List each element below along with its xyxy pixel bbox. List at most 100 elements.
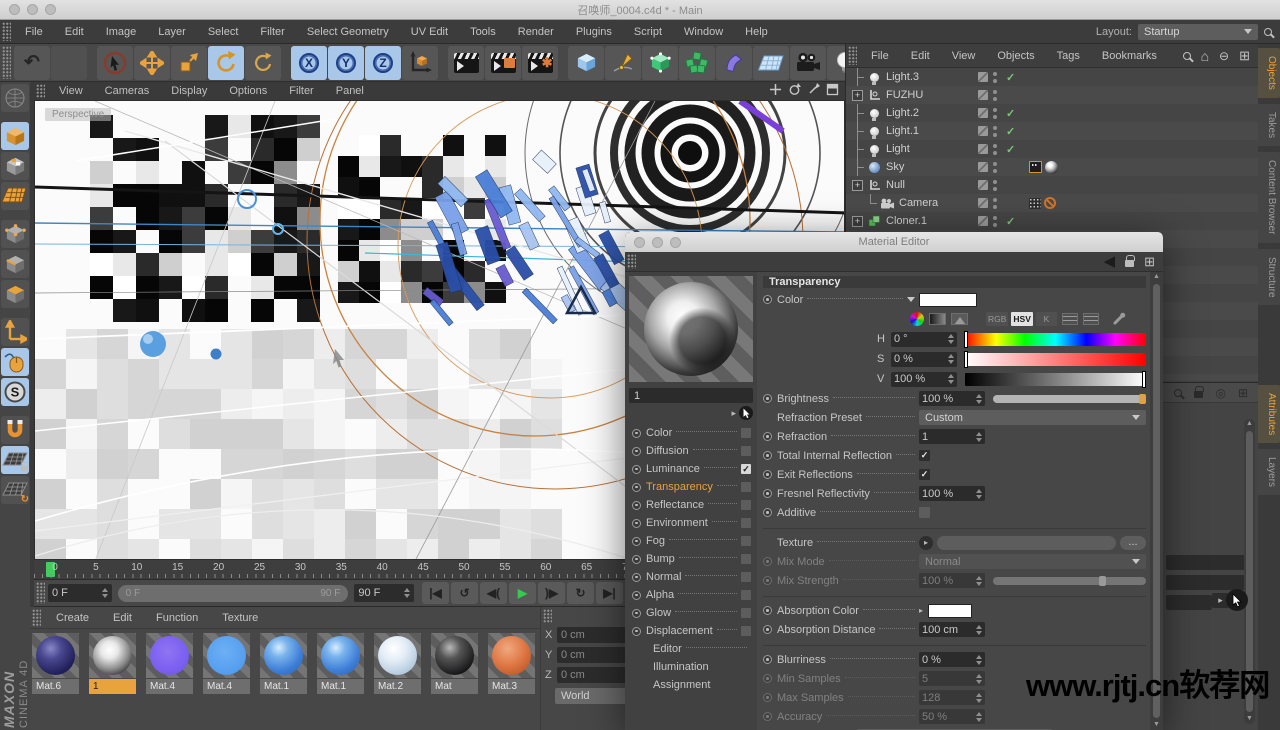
menu-item-texture[interactable]: Texture (210, 612, 270, 624)
channel-assignment[interactable]: Assignment (632, 676, 751, 694)
undo-button[interactable]: ↶ (14, 46, 50, 80)
channel-bump[interactable]: Bump (632, 550, 751, 568)
visibility-dots[interactable] (993, 126, 997, 137)
color-mixer-icon[interactable] (1083, 313, 1099, 325)
menubar-grip[interactable] (2, 22, 11, 41)
menu-item-cameras[interactable]: Cameras (94, 85, 161, 97)
visibility-dots[interactable] (993, 144, 997, 155)
browse-button[interactable]: ... (1120, 536, 1146, 550)
object-manager-grip[interactable] (848, 46, 857, 65)
animation-dot[interactable] (763, 451, 772, 460)
visibility-dots[interactable] (993, 90, 997, 101)
animation-dot[interactable] (763, 655, 772, 664)
expand-arrow-button[interactable]: ▸ (919, 536, 933, 550)
property-row-accuracy[interactable]: Accuracy50 % (763, 707, 1146, 726)
layer-swatch[interactable] (978, 126, 988, 136)
material-thumbnail[interactable]: Mat.4 (146, 633, 193, 694)
property-row-absorption-distance[interactable]: Absorption Distance100 cm (763, 620, 1146, 639)
animation-dot[interactable] (763, 693, 772, 702)
enabled-check-icon[interactable]: ✓ (1006, 107, 1015, 120)
channel-transparency[interactable]: Transparency (632, 478, 751, 496)
animation-dot[interactable] (763, 625, 772, 634)
toolbar-grip[interactable] (2, 46, 11, 79)
prev-key-button[interactable]: ◀( (480, 582, 507, 604)
property-row-total-internal-reflection[interactable]: Total Internal Reflection✓ (763, 446, 1146, 465)
attribute-field[interactable] (1166, 595, 1212, 610)
channel-checkbox[interactable] (741, 446, 751, 456)
property-row-texture[interactable]: Texture▸... (763, 533, 1146, 552)
uv-mode-button[interactable] (1, 182, 29, 210)
forbidden-tag-icon[interactable] (1044, 197, 1056, 209)
material-name-field[interactable]: 1 (629, 388, 753, 403)
collapse-icon[interactable]: ⊖ (1219, 49, 1229, 63)
layer-swatch[interactable] (978, 180, 988, 190)
channel-checkbox[interactable] (741, 536, 751, 546)
goto-end-button[interactable]: ▶| (596, 582, 623, 604)
value-field[interactable]: 100 cm (919, 622, 985, 637)
menu-item-filter[interactable]: Filter (249, 26, 295, 38)
hsv-gradient-slider[interactable] (965, 353, 1146, 366)
visibility-dots[interactable] (993, 72, 997, 83)
search-icon[interactable] (1174, 389, 1182, 397)
property-row-refraction-preset[interactable]: Refraction PresetCustom (763, 408, 1146, 427)
menu-item-view[interactable]: View (941, 50, 987, 62)
live-selection-button[interactable] (97, 46, 133, 80)
value-field[interactable]: 100 % (919, 391, 985, 406)
toggle-views-icon[interactable] (826, 83, 839, 99)
channel-environment[interactable]: Environment (632, 514, 751, 532)
play-backwards-button[interactable]: ↺ (451, 582, 478, 604)
hsv-value-field[interactable]: 100 % (891, 372, 957, 387)
menu-item-edit[interactable]: Edit (101, 612, 144, 624)
checkbox[interactable]: ✓ (919, 469, 930, 480)
object-row-sky[interactable]: Sky (846, 158, 1258, 176)
material-thumbnail[interactable]: Mat.1 (317, 633, 364, 694)
history-icon[interactable]: ◎ (1215, 386, 1225, 400)
coordinates-grip[interactable] (543, 609, 552, 623)
axis-mode-button[interactable] (1, 318, 29, 346)
eyedropper-icon[interactable] (1113, 313, 1124, 324)
menu-item-uv-edit[interactable]: UV Edit (400, 26, 459, 38)
polygons-mode-button[interactable] (1, 280, 29, 308)
checkbox[interactable] (919, 507, 930, 518)
menu-item-select[interactable]: Select (197, 26, 250, 38)
menu-item-help[interactable]: Help (734, 26, 779, 38)
menu-item-view[interactable]: View (48, 85, 94, 97)
layer-swatch[interactable] (978, 216, 988, 226)
property-row-mix-mode[interactable]: Mix ModeNormal (763, 552, 1146, 571)
menu-item-file[interactable]: File (860, 50, 900, 62)
animation-dot[interactable] (763, 489, 772, 498)
menu-item-edit[interactable]: Edit (900, 50, 941, 62)
channel-luminance[interactable]: Luminance✓ (632, 460, 751, 478)
hsv-value-field[interactable]: 0 ° (891, 332, 957, 347)
object-row-light-1[interactable]: Light.1✓ (846, 122, 1258, 140)
tab-takes[interactable]: Takes (1258, 104, 1280, 146)
object-row-fuzhu[interactable]: +FUZHU (846, 86, 1258, 104)
texture-field[interactable] (937, 536, 1116, 550)
visibility-dots[interactable] (993, 198, 997, 209)
value-field[interactable]: 50 % (919, 709, 985, 724)
menu-item-bookmarks[interactable]: Bookmarks (1091, 50, 1168, 62)
animation-dot[interactable] (763, 576, 772, 585)
render-settings-button[interactable]: ✱ (522, 46, 558, 80)
enabled-check-icon[interactable]: ✓ (1006, 143, 1015, 156)
rotate-button[interactable] (208, 46, 244, 80)
spline-pen-button[interactable] (605, 46, 641, 80)
channel-reflectance[interactable]: Reflectance (632, 496, 751, 514)
menu-item-function[interactable]: Function (144, 612, 210, 624)
expand-arrow-button[interactable]: ▸ (731, 408, 736, 419)
object-row-light-2[interactable]: Light.2✓ (846, 104, 1258, 122)
channel-checkbox[interactable] (741, 572, 751, 582)
layer-swatch[interactable] (978, 144, 988, 154)
animation-dot[interactable] (763, 394, 772, 403)
timeline-ruler[interactable]: 0510152025303540455055606570 (34, 560, 625, 580)
tab-layers[interactable]: Layers (1258, 449, 1280, 495)
color-wheel-icon[interactable] (910, 312, 924, 326)
animation-dot[interactable] (763, 432, 772, 441)
object-row-null[interactable]: +Null (846, 176, 1258, 194)
display-tag-icon[interactable] (1029, 198, 1041, 209)
value-field[interactable]: 5 (919, 671, 985, 686)
menu-item-layer[interactable]: Layer (147, 26, 197, 38)
channel-checkbox[interactable] (741, 554, 751, 564)
animation-dot[interactable] (763, 508, 772, 517)
object-row-light-3[interactable]: Light.3✓ (846, 68, 1258, 86)
